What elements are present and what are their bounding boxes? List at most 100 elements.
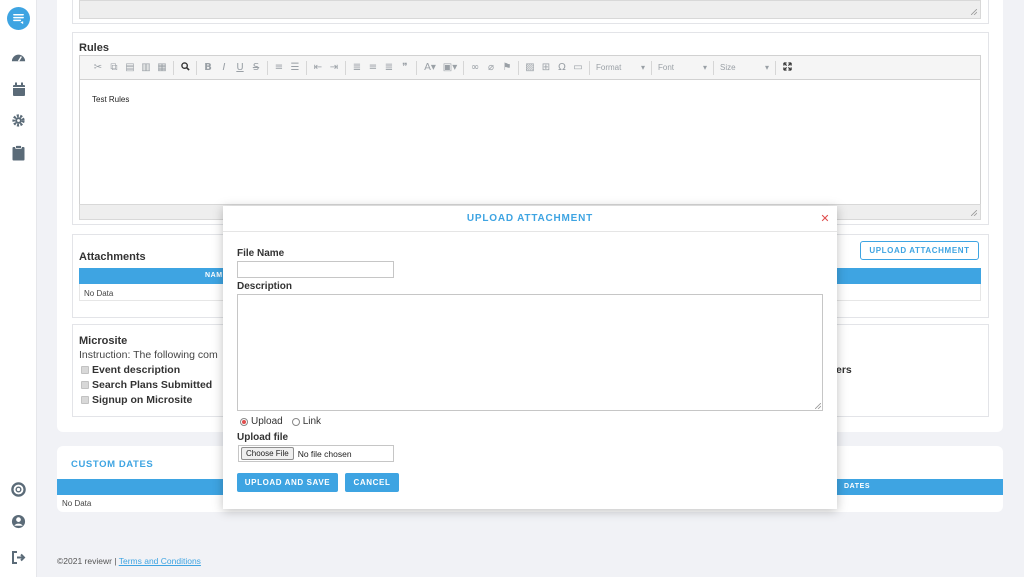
background-color-icon[interactable]: ▣▾ (440, 62, 460, 73)
font-dropdown-label: Font (658, 63, 675, 72)
terms-link[interactable]: Terms and Conditions (119, 556, 201, 566)
format-dropdown[interactable]: Format ▾ (593, 61, 648, 75)
microsite-right-partial-label: ers (836, 364, 852, 376)
align-center-icon[interactable]: ≡ (365, 62, 381, 73)
microsite-check-search-plans[interactable]: Search Plans Submitted (81, 379, 212, 391)
modal-title: UPLOAD ATTACHMENT (466, 213, 594, 224)
paste-word-icon[interactable]: ▦ (154, 62, 170, 73)
copyright-text: ©2021 reviewr | (57, 556, 117, 566)
indent-icon[interactable]: ⇥ (326, 62, 342, 73)
rich-text-toolbar: ✂ ⧉ ▤ ▥ ▦ B I U S ≡ ☰ ⇤ ⇥ ≣ ≡ ≣ ❞ A▾ ▣▾ … (79, 55, 981, 80)
resize-handle-icon[interactable] (815, 403, 821, 409)
attachments-name-column: NAM (205, 272, 223, 279)
toolbar-divider (416, 60, 417, 75)
attachments-heading: Attachments (79, 251, 146, 263)
paste-text-icon[interactable]: ▥ (138, 62, 154, 73)
custom-dates-empty-text: No Data (62, 499, 92, 508)
upload-radio-label: Upload (251, 416, 283, 427)
unlink-icon[interactable]: ⌀ (483, 62, 499, 73)
find-icon[interactable] (177, 61, 193, 74)
close-icon[interactable]: ✕ (820, 213, 830, 225)
bulleted-list-icon[interactable]: ☰ (287, 62, 303, 73)
special-char-icon[interactable]: Ω (554, 62, 570, 73)
no-file-text: No file chosen (297, 448, 352, 459)
microsite-heading: Microsite (79, 335, 128, 347)
source-radio-group: Upload Link (240, 416, 321, 427)
numbered-list-icon[interactable]: ≡ (271, 62, 287, 73)
checkbox-label: Search Plans Submitted (92, 379, 213, 391)
toolbar-divider (463, 60, 464, 75)
chevron-down-icon: ▾ (702, 63, 707, 72)
rules-editor-content: Test Rules (92, 95, 130, 104)
rules-heading: Rules (79, 42, 109, 54)
copy-icon[interactable]: ⧉ (106, 62, 122, 73)
footer: ©2021 reviewr | Terms and Conditions (57, 556, 201, 566)
microsite-instruction: Instruction: The following com (79, 349, 218, 361)
checkbox-label: Event description (92, 364, 181, 376)
bold-icon[interactable]: B (200, 62, 216, 73)
link-radio-label: Link (302, 416, 322, 427)
toolbar-divider (518, 60, 519, 75)
resize-handle-icon[interactable] (971, 210, 977, 216)
clipboard-icon[interactable] (9, 143, 28, 162)
chat-logo-icon[interactable] (7, 7, 30, 30)
blockquote-icon[interactable]: ❞ (397, 62, 413, 73)
custom-dates-heading: CUSTOM DATES (71, 459, 154, 470)
chevron-down-icon: ▾ (640, 63, 645, 72)
toolbar-divider (713, 60, 714, 75)
description-textarea[interactable] (237, 294, 823, 411)
upload-file-label: Upload file (237, 432, 289, 443)
help-icon[interactable] (9, 480, 28, 499)
upload-attachment-button[interactable]: UPLOAD ATTACHMENT (860, 241, 979, 260)
checkbox[interactable] (81, 366, 89, 374)
file-name-input[interactable] (237, 261, 394, 278)
dashboard-icon[interactable] (9, 48, 28, 67)
cancel-button[interactable]: CANCEL (345, 473, 399, 492)
size-dropdown[interactable]: Size ▾ (717, 61, 772, 75)
cut-icon[interactable]: ✂ (90, 62, 106, 73)
checkbox[interactable] (81, 381, 89, 389)
horizontal-rule-icon[interactable]: ▭ (570, 62, 586, 73)
description-label: Description (237, 281, 293, 292)
checkbox[interactable] (81, 396, 89, 404)
font-dropdown[interactable]: Font ▾ (655, 61, 710, 75)
text-color-icon[interactable]: A▾ (420, 62, 440, 73)
previous-editor-statusbar (79, 0, 981, 19)
link-radio[interactable] (291, 417, 300, 426)
custom-dates-column: DATES (844, 483, 871, 490)
microsite-check-event-description[interactable]: Event description (81, 364, 180, 376)
align-left-icon[interactable]: ≣ (349, 62, 365, 73)
maximize-icon[interactable] (779, 61, 795, 74)
resize-handle-icon[interactable] (971, 9, 977, 15)
gear-icon[interactable] (9, 111, 28, 130)
toolbar-divider (775, 60, 776, 75)
modal-header: UPLOAD ATTACHMENT (223, 206, 837, 232)
toolbar-divider (651, 60, 652, 75)
outdent-icon[interactable]: ⇤ (310, 62, 326, 73)
toolbar-divider (196, 60, 197, 75)
upload-radio[interactable] (240, 417, 248, 426)
upload-attachment-modal: UPLOAD ATTACHMENT ✕ File Name Descriptio… (223, 206, 837, 509)
user-icon[interactable] (9, 512, 28, 531)
italic-icon[interactable]: I (216, 62, 232, 73)
microsite-check-signup[interactable]: Signup on Microsite (81, 394, 192, 406)
toolbar-divider (173, 60, 174, 75)
checkbox-label: Signup on Microsite (92, 394, 193, 406)
upload-and-save-button[interactable]: UPLOAD AND SAVE (237, 473, 338, 492)
choose-file-button[interactable]: Choose File (241, 447, 294, 460)
file-input[interactable]: Choose File No file chosen (238, 445, 394, 462)
calendar-icon[interactable] (9, 80, 28, 99)
anchor-flag-icon[interactable]: ⚑ (499, 62, 515, 73)
file-name-label: File Name (237, 248, 285, 259)
underline-icon[interactable]: U (232, 62, 248, 73)
logout-icon[interactable] (9, 548, 28, 567)
link-icon[interactable]: ∞ (467, 62, 483, 73)
toolbar-divider (267, 60, 268, 75)
strikethrough-icon[interactable]: S (248, 62, 264, 73)
rules-editor[interactable] (79, 80, 981, 205)
paste-icon[interactable]: ▤ (122, 62, 138, 73)
align-right-icon[interactable]: ≣ (381, 62, 397, 73)
image-icon[interactable]: ▨ (522, 62, 538, 73)
table-icon[interactable]: ⊞ (538, 62, 554, 73)
chevron-down-icon: ▾ (764, 63, 769, 72)
